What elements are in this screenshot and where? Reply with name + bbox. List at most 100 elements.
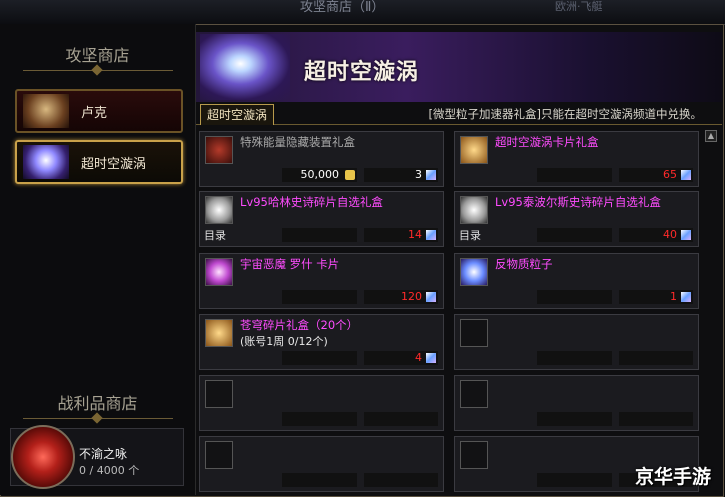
- price-field: [537, 351, 612, 365]
- fragment-box-icon: [205, 319, 233, 347]
- item-cost: 120: [401, 290, 422, 303]
- price-field: [282, 290, 357, 304]
- empty-slot: [199, 436, 444, 492]
- shop-button-label: 卢克: [81, 106, 108, 121]
- shop-item[interactable]: 特殊能量隐藏装置礼盒 50,000 3: [199, 131, 444, 187]
- item-name: Lv95泰波尔斯史诗碎片自选礼盒: [495, 195, 661, 209]
- empty-slot-icon: [460, 441, 488, 469]
- catalog-tag[interactable]: 目录: [459, 227, 481, 243]
- title-bar-right-text: 欧洲·飞艇: [555, 0, 603, 13]
- empty-slot-icon: [460, 380, 488, 408]
- gift-box-icon: [205, 136, 233, 164]
- currency-gem-icon: [426, 230, 436, 240]
- heading-ornament: [22, 418, 173, 425]
- price-field: [282, 412, 357, 426]
- cost-field: 4: [364, 351, 438, 365]
- item-list-scrollbar[interactable]: ▲: [705, 130, 717, 490]
- shop-item[interactable]: 反物质粒子 1: [454, 253, 699, 309]
- catalog-tag[interactable]: 目录: [204, 227, 226, 243]
- tab-row: 超时空漩涡 [微型粒子加速器礼盒]只能在超时空漩涡频道中兑换。: [196, 102, 722, 125]
- empty-slot: [199, 375, 444, 431]
- price-field: [282, 351, 357, 365]
- empty-slot: [454, 375, 699, 431]
- empty-slot: [454, 314, 699, 370]
- currency-gem-icon: [681, 170, 691, 180]
- item-name: 宇宙恶魔 罗什 卡片: [240, 257, 340, 271]
- shop-item[interactable]: 宇宙恶魔 罗什 卡片 120: [199, 253, 444, 309]
- item-name: 特殊能量隐藏装置礼盒: [240, 135, 355, 149]
- item-price: 50,000: [300, 168, 340, 181]
- site-watermark: 京华手游: [635, 466, 712, 488]
- shop-item[interactable]: 超时空漩涡卡片礼盒 65: [454, 131, 699, 187]
- banner-title: 超时空漩涡: [304, 60, 420, 85]
- card-icon: [205, 258, 233, 286]
- reward-name: 不渝之咏: [79, 447, 128, 461]
- shop-button-label: 超时空漩涡: [81, 157, 147, 172]
- currency-gem-icon: [681, 230, 691, 240]
- reward-count: 0 / 4000 个: [79, 464, 140, 477]
- empty-slot-icon: [205, 380, 233, 408]
- shop-button-luke[interactable]: 卢克: [15, 89, 183, 133]
- scroll-up-arrow-icon[interactable]: ▲: [705, 130, 717, 142]
- cost-field: 14: [364, 228, 438, 242]
- cost-field: 65: [619, 168, 693, 182]
- price-field: [537, 228, 612, 242]
- vortex-banner: 超时空漩涡: [196, 32, 722, 102]
- exchange-notice: [微型粒子加速器礼盒]只能在超时空漩涡频道中兑换。: [428, 107, 702, 121]
- item-name: Lv95哈林史诗碎片自选礼盒: [240, 195, 383, 209]
- heading-ornament: [22, 70, 173, 77]
- price-field: [537, 412, 612, 426]
- siege-shop-title: 攻坚商店: [65, 46, 130, 65]
- cost-field: [364, 473, 438, 487]
- item-name: 苍穹碎片礼盒（20个）: [240, 318, 359, 332]
- shop-item[interactable]: 苍穹碎片礼盒（20个） (账号1周 0/12个) 4: [199, 314, 444, 370]
- epic-fragment-box-icon: [205, 196, 233, 224]
- currency-gem-icon: [426, 353, 436, 363]
- loot-shop-title: 战利品商店: [57, 394, 138, 413]
- empty-slot-icon: [460, 319, 488, 347]
- item-cost: 40: [663, 228, 677, 241]
- window-title: 攻坚商店（Ⅱ）: [300, 0, 385, 15]
- vortex-portrait-icon: [23, 145, 69, 179]
- price-field: [282, 473, 357, 487]
- shop-button-vortex[interactable]: 超时空漩涡: [15, 140, 183, 184]
- cost-field: 40: [619, 228, 693, 242]
- siege-shop-heading: 攻坚商店: [0, 42, 195, 77]
- cost-field: 1: [619, 290, 693, 304]
- item-cost: 1: [670, 290, 677, 303]
- cost-field: [619, 412, 693, 426]
- item-name: 超时空漩涡卡片礼盒: [495, 135, 599, 149]
- empty-slot-icon: [205, 441, 233, 469]
- tab-vortex[interactable]: 超时空漩涡: [200, 104, 275, 125]
- cost-field: [364, 412, 438, 426]
- vortex-art-icon: [200, 34, 290, 100]
- price-field: [537, 290, 612, 304]
- price-field: 50,000: [282, 168, 357, 182]
- price-field: [537, 473, 612, 487]
- currency-gem-icon: [426, 170, 436, 180]
- cost-field: [619, 351, 693, 365]
- currency-gem-icon: [681, 292, 691, 302]
- price-field: [282, 228, 357, 242]
- shop-item[interactable]: Lv95泰波尔斯史诗碎片自选礼盒 目录 40: [454, 191, 699, 247]
- item-cost: 4: [415, 351, 422, 364]
- price-field: [537, 168, 612, 182]
- item-cost: 3: [415, 168, 422, 181]
- title-bar: 攻坚商店（Ⅱ） 欧洲·飞艇: [0, 0, 725, 25]
- item-limit: (账号1周 0/12个): [240, 335, 328, 348]
- gold-coin-icon: [345, 170, 355, 180]
- item-cost: 14: [408, 228, 422, 241]
- particle-icon: [460, 258, 488, 286]
- item-cost: 65: [663, 168, 677, 181]
- loot-shop-heading: 战利品商店: [0, 390, 195, 425]
- currency-gem-icon: [426, 292, 436, 302]
- shop-item[interactable]: Lv95哈林史诗碎片自选礼盒 目录 14: [199, 191, 444, 247]
- emblem-icon: [11, 425, 75, 489]
- epic-fragment-box-icon: [460, 196, 488, 224]
- reward-currency-panel: 不渝之咏 0 / 4000 个: [10, 425, 184, 489]
- cost-field: 120: [364, 290, 438, 304]
- card-box-icon: [460, 136, 488, 164]
- cost-field: 3: [364, 168, 438, 182]
- shop-sidebar: 攻坚商店 卢克 超时空漩涡 战利品商店 不渝之咏 0 / 4000 个: [0, 24, 196, 495]
- item-name: 反物质粒子: [495, 257, 553, 271]
